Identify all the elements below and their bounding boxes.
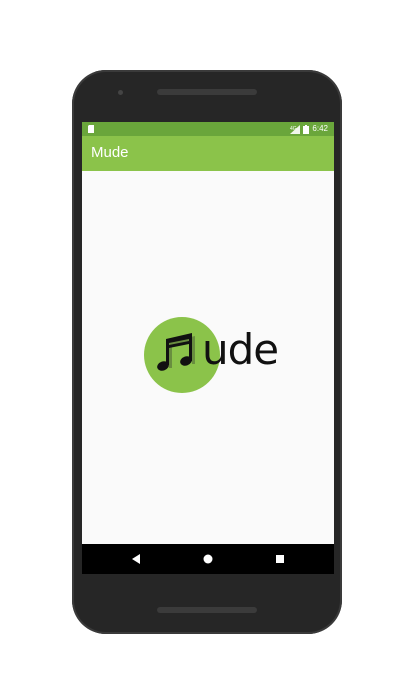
- signal-icon: 4G: [290, 124, 301, 134]
- home-button[interactable]: [188, 544, 228, 574]
- screen: 4G 6:42 Mude ude: [82, 122, 334, 574]
- app-logo: ude: [142, 315, 282, 399]
- status-icons: 4G 6:42: [290, 122, 328, 136]
- signal-label: 4G: [290, 126, 297, 132]
- top-speaker: [157, 89, 257, 95]
- music-note-icon: [157, 333, 195, 371]
- front-camera: [118, 90, 123, 95]
- status-bar: 4G 6:42: [82, 122, 334, 136]
- recents-button[interactable]: [260, 544, 300, 574]
- bottom-speaker: [157, 607, 257, 613]
- logo-text: ude: [202, 325, 279, 374]
- splash-content: ude: [82, 171, 334, 544]
- app-bar: Mude: [82, 136, 334, 171]
- phone-frame: 4G 6:42 Mude ude: [72, 70, 342, 634]
- back-button[interactable]: [116, 544, 156, 574]
- navigation-bar: [82, 544, 334, 574]
- battery-icon: [303, 124, 310, 134]
- home-icon: [203, 554, 213, 564]
- recents-icon: [276, 555, 284, 563]
- back-icon: [132, 554, 140, 564]
- app-title: Mude: [91, 144, 129, 161]
- sd-card-icon: [88, 125, 94, 133]
- status-time: 6:42: [312, 124, 328, 133]
